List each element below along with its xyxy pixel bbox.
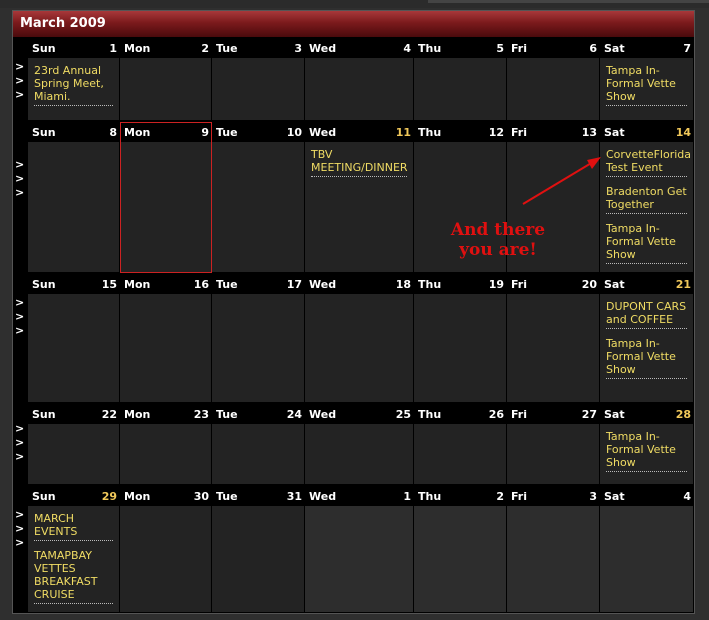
top-strip <box>0 0 709 8</box>
calendar-panel: March 2009 > > > Sun 1 23rd Annual Spring Mee… <box>12 10 695 614</box>
annotation-arrow-icon <box>522 157 601 205</box>
